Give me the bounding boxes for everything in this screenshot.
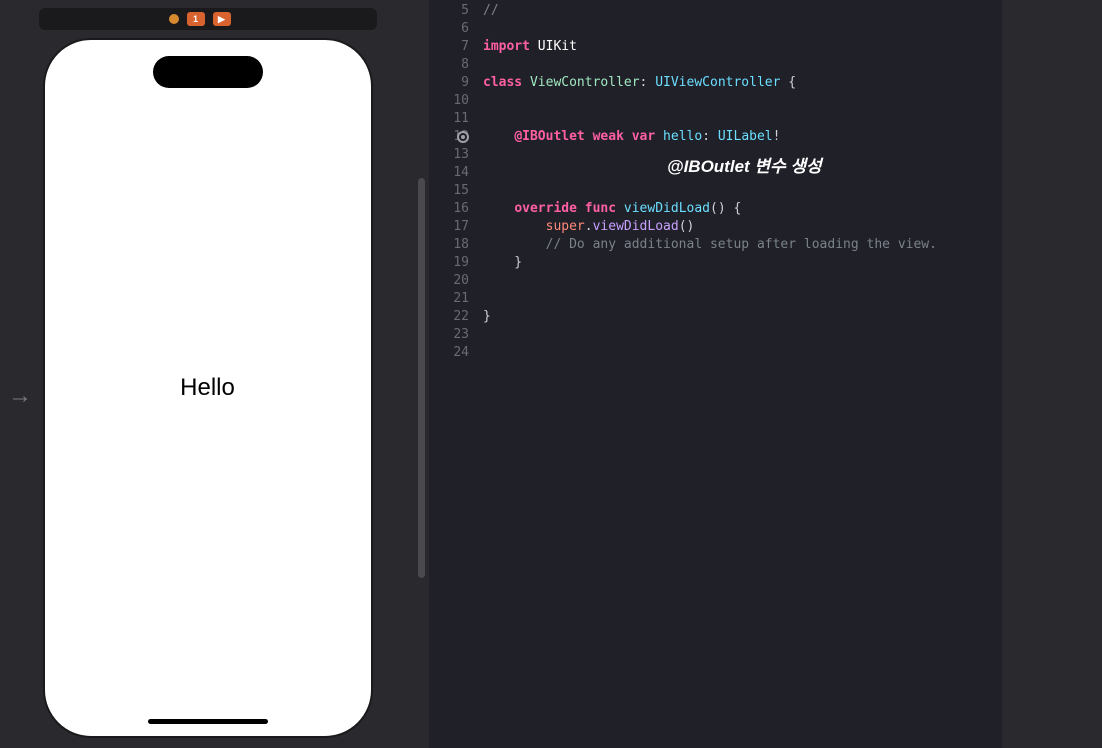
code-line[interactable]: [483, 20, 1002, 38]
panel-divider[interactable]: [415, 0, 429, 748]
device-preview[interactable]: Hello: [43, 38, 373, 738]
line-number: 21: [429, 290, 469, 308]
view-controller-view[interactable]: Hello: [45, 40, 371, 736]
line-number: 9: [429, 74, 469, 92]
line-number: 18: [429, 236, 469, 254]
code-line[interactable]: super.viewDidLoad(): [483, 218, 1002, 236]
line-number: 23: [429, 326, 469, 344]
line-number: 8: [429, 56, 469, 74]
line-number: 24: [429, 344, 469, 362]
issue-badge[interactable]: 1: [187, 12, 205, 26]
code-line[interactable]: [483, 56, 1002, 74]
line-number: 15: [429, 182, 469, 200]
code-line[interactable]: }: [483, 308, 1002, 326]
line-number: 19: [429, 254, 469, 272]
code-line[interactable]: [483, 326, 1002, 344]
line-number: 22: [429, 308, 469, 326]
canvas-toolbar: 1 ▶: [39, 8, 377, 30]
line-number: 20: [429, 272, 469, 290]
annotation-label: @IBOutlet 변수 생성: [667, 152, 822, 177]
iboutlet-connection-icon[interactable]: [457, 131, 469, 143]
right-margin: [1002, 0, 1102, 748]
entry-point-arrow-icon: →: [8, 382, 32, 410]
phone-frame: Hello: [43, 38, 373, 738]
code-line[interactable]: [483, 272, 1002, 290]
code-area[interactable]: @IBOutlet 변수 생성 // import UIKit class View…: [477, 0, 1002, 748]
dynamic-island: [153, 56, 263, 88]
line-number: 11: [429, 110, 469, 128]
line-number: 13: [429, 146, 469, 164]
line-number: 7: [429, 38, 469, 56]
issue-next-icon[interactable]: ▶: [213, 12, 231, 26]
line-number: 17: [429, 218, 469, 236]
code-editor-panel: 56789101112131415161718192021222324 @IBO…: [429, 0, 1002, 748]
code-line[interactable]: }: [483, 254, 1002, 272]
code-line[interactable]: [483, 290, 1002, 308]
scrollbar-thumb[interactable]: [418, 178, 425, 578]
line-number: 14: [429, 164, 469, 182]
code-line[interactable]: [483, 344, 1002, 362]
code-line[interactable]: [483, 110, 1002, 128]
line-number: 16: [429, 200, 469, 218]
warning-dot-icon[interactable]: [169, 14, 179, 24]
line-number: 10: [429, 92, 469, 110]
code-line[interactable]: [483, 92, 1002, 110]
code-line[interactable]: //: [483, 2, 1002, 20]
interface-builder-panel: 1 ▶ → Hello: [0, 0, 415, 748]
code-line[interactable]: [483, 182, 1002, 200]
hello-label[interactable]: Hello: [180, 374, 235, 402]
line-number-gutter: 56789101112131415161718192021222324: [429, 0, 477, 748]
code-line[interactable]: import UIKit: [483, 38, 1002, 56]
line-number: 6: [429, 20, 469, 38]
code-line[interactable]: override func viewDidLoad() {: [483, 200, 1002, 218]
home-indicator: [148, 719, 268, 724]
code-line[interactable]: @IBOutlet weak var hello: UILabel!: [483, 128, 1002, 146]
code-line[interactable]: class ViewController: UIViewController {: [483, 74, 1002, 92]
line-number: 5: [429, 2, 469, 20]
code-line[interactable]: // Do any additional setup after loading…: [483, 236, 1002, 254]
